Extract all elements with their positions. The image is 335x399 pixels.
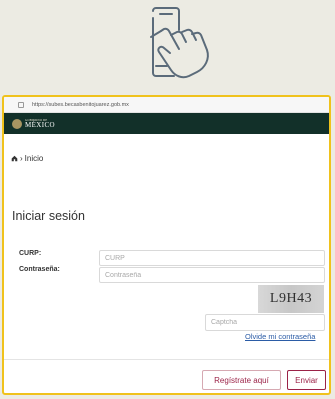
- gov-logo-big: MÉXICO: [25, 120, 56, 129]
- submit-button[interactable]: Enviar: [287, 370, 326, 390]
- browser-window: https://subes.becasbenitojuarez.gob.mx G…: [2, 95, 331, 395]
- gov-header: GOBIERNO DE MÉXICO: [4, 113, 329, 134]
- gov-logo[interactable]: GOBIERNO DE MÉXICO: [25, 118, 56, 129]
- gov-seal-icon: [12, 118, 22, 129]
- breadcrumb-home[interactable]: Inicio: [25, 154, 44, 163]
- password-input[interactable]: [99, 267, 325, 283]
- home-icon[interactable]: [11, 155, 18, 162]
- url-text: https://subes.becasbenitojuarez.gob.mx: [32, 101, 129, 108]
- register-button[interactable]: Regístrate aquí: [202, 370, 281, 390]
- curp-input[interactable]: [99, 250, 325, 266]
- captcha-input[interactable]: [205, 314, 325, 331]
- password-label: Contraseña:: [19, 266, 60, 273]
- divider: [4, 359, 329, 360]
- page-title: Iniciar sesión: [12, 209, 85, 223]
- captcha-code: L9H43: [269, 291, 313, 306]
- breadcrumb-separator: ›: [20, 154, 23, 163]
- captcha-image: L9H43: [258, 285, 324, 313]
- forgot-password-link[interactable]: Olvide mi contraseña: [245, 332, 315, 341]
- tap-phone-icon: [150, 7, 209, 79]
- curp-label: CURP:: [19, 250, 42, 257]
- lock-icon: [18, 101, 24, 108]
- breadcrumb: › Inicio: [11, 154, 43, 163]
- address-bar[interactable]: https://subes.becasbenitojuarez.gob.mx: [4, 97, 329, 113]
